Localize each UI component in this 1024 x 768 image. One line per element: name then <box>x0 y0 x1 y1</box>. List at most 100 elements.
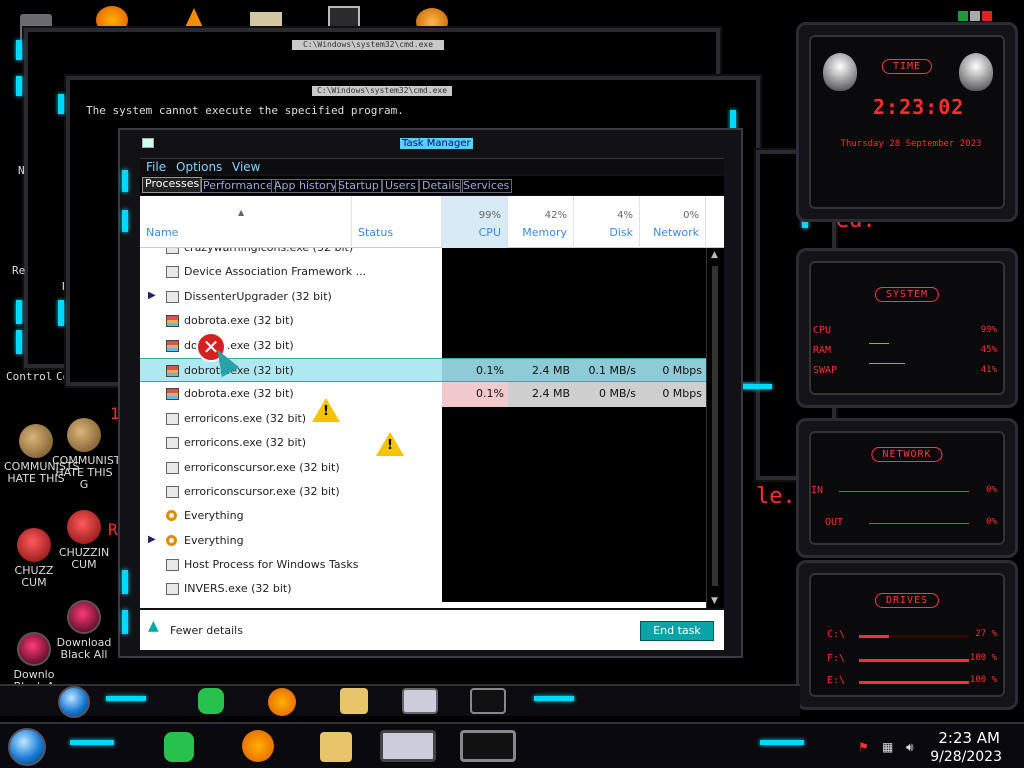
table-row[interactable]: INVERS.exe (32 bit) <box>140 577 706 602</box>
cmd-task-icon[interactable] <box>470 688 506 714</box>
task-manager-taskbar-icon[interactable] <box>380 730 436 762</box>
tab-startup[interactable]: Startup <box>335 179 382 193</box>
volume-icon[interactable]: 🔊︎ <box>906 740 920 754</box>
drive-1-bar <box>859 635 969 638</box>
taskbar-clock-time[interactable]: 2:23 AM <box>938 729 1000 747</box>
cmd-taskbar-icon[interactable] <box>460 730 516 762</box>
desktop-icon-label: COMMUNISTS HATE THIS G <box>52 454 128 491</box>
process-name: erroricons.exe (32 bit) <box>184 411 307 425</box>
tab-users[interactable]: Users <box>382 179 419 193</box>
money-bag-icon <box>19 424 53 458</box>
task-manager-window[interactable]: Task Manager File Options View Processes… <box>118 128 743 658</box>
cpu-label: CPU <box>813 325 832 336</box>
table-row[interactable]: dobrota.exe (32 bit) 0.1% 2.4 MB 0 MB/s 0 Mb… <box>140 382 706 407</box>
table-row[interactable]: Everything <box>140 504 706 529</box>
column-cpu-label: CPU <box>478 226 501 239</box>
ghost-cmd-1-titlebar: C:\Windows\system32\cmd.exe <box>292 40 444 50</box>
cpu-value: 99% <box>980 325 997 335</box>
ghost-label-n: N <box>18 164 25 177</box>
red-control-icon[interactable] <box>982 11 992 21</box>
firefox-icon[interactable] <box>268 688 296 716</box>
application-icon <box>166 248 179 254</box>
metrics-background <box>442 309 706 334</box>
column-memory[interactable]: 42% Memory <box>508 196 574 248</box>
fewer-details-link[interactable]: Fewer details <box>170 624 243 637</box>
scrollbar-thumb[interactable] <box>712 266 718 586</box>
column-disk[interactable]: 4% Disk <box>574 196 640 248</box>
notes-app-icon[interactable] <box>164 732 194 762</box>
metrics-background <box>442 333 706 358</box>
desktop-icon-communists-2[interactable]: COMMUNISTS HATE THIS G <box>52 418 128 491</box>
tab-details[interactable]: Details <box>419 179 464 193</box>
file-explorer-app-icon[interactable] <box>320 732 352 762</box>
time-gadget: TIME 2:23:02 Thursday 28 September 2023 <box>796 22 1018 222</box>
notes-icon[interactable] <box>198 688 224 714</box>
menu-options[interactable]: Options <box>176 160 222 174</box>
ghost-label-re1: Re <box>12 264 26 277</box>
column-memory-label: Memory <box>522 226 567 239</box>
disk-value: 0.1 MB/s <box>588 363 636 377</box>
alien-head-icon <box>959 53 993 91</box>
network-tray-icon[interactable]: ▦ <box>882 740 896 754</box>
tab-processes[interactable]: Processes <box>142 177 203 193</box>
process-name: crazywarningicons.exe (32 bit) <box>184 248 353 254</box>
menu-file[interactable]: File <box>146 160 166 174</box>
tab-services[interactable]: Services <box>460 179 513 193</box>
expand-chevron-icon[interactable]: ▶ <box>148 290 156 301</box>
task-manager-task-icon[interactable] <box>402 688 438 714</box>
table-row[interactable]: ▶ DissenterUpgrader (32 bit) <box>140 284 706 310</box>
taskbar: ⚑ ▦ 🔊︎ 2:23 AM 9/28/2023 <box>0 722 1024 768</box>
menu-view[interactable]: View <box>232 160 260 174</box>
scroll-up-icon[interactable]: ▲ <box>711 250 718 260</box>
start-button-icon[interactable] <box>8 728 46 766</box>
table-row[interactable]: erroriconscursor.exe (32 bit) <box>140 455 706 480</box>
scroll-down-icon[interactable]: ▼ <box>711 596 718 606</box>
green-control-icon[interactable] <box>958 11 968 21</box>
system-gadget: SYSTEM CPU 99% RAM 45% SWAP 41% <box>796 248 1018 408</box>
vertical-scrollbar[interactable]: ▲ ▼ <box>706 248 724 608</box>
column-cpu[interactable]: 99% CPU <box>442 196 508 248</box>
start-orb-ghost-icon[interactable] <box>58 686 90 718</box>
memory-value: 2.4 MB <box>531 363 570 377</box>
table-row[interactable]: erroricons.exe (32 bit) <box>140 431 706 456</box>
process-name: dobrota.exe (32 bit) <box>184 314 294 328</box>
task-manager-footer: ▲ Fewer details End task <box>140 610 724 650</box>
drives-gadget-title: DRIVES <box>874 593 940 608</box>
table-row[interactable]: crazywarningicons.exe (32 bit) <box>140 248 706 261</box>
drive-3-label: E:\ <box>827 675 846 686</box>
table-row[interactable]: Device Association Framework ... <box>140 260 706 285</box>
exe-app-icon <box>166 364 179 377</box>
task-manager-titlebar[interactable]: Task Manager <box>138 136 726 152</box>
collapse-up-arrow-icon[interactable]: ▲ <box>148 618 160 634</box>
gray-control-icon[interactable] <box>970 11 980 21</box>
tab-performance[interactable]: Performance <box>200 179 276 193</box>
table-row[interactable]: Host Process for Windows Tasks <box>140 553 706 578</box>
taskbar-clock-date[interactable]: 9/28/2023 <box>930 749 1002 765</box>
application-icon <box>166 583 179 596</box>
application-icon <box>166 266 179 279</box>
flag-notification-icon[interactable]: ⚑ <box>858 740 872 754</box>
process-name: DissenterUpgrader (32 bit) <box>184 289 332 303</box>
column-name[interactable]: Name <box>140 196 352 248</box>
table-row[interactable]: ▶ Everything <box>140 528 706 554</box>
table-row[interactable]: erroriconscursor.exe (32 bit) <box>140 479 706 505</box>
drives-gadget: DRIVES C:\ 27 % F:\ 100 % E:\ 100 % <box>796 560 1018 710</box>
metrics-background <box>442 284 706 310</box>
file-explorer-icon[interactable] <box>340 688 368 714</box>
table-row[interactable]: erroricons.exe (32 bit) <box>140 406 706 432</box>
metrics-background <box>442 431 706 456</box>
money-bag-icon <box>67 418 101 452</box>
column-status[interactable]: Status <box>352 196 442 248</box>
desktop-icon-chuzz-2[interactable]: CHUZZ CUM <box>2 528 66 589</box>
tab-app-history[interactable]: App history <box>271 179 340 193</box>
table-row[interactable]: dobrota.exe (32 bit) <box>140 309 706 334</box>
process-name: INVERS.exe (32 bit) <box>184 582 292 596</box>
process-name: erroricons.exe (32 bit) <box>184 436 307 450</box>
warning-icon: ! <box>312 398 340 422</box>
metrics-background <box>442 455 706 480</box>
gadget-window-controls[interactable] <box>958 11 994 21</box>
firefox-app-icon[interactable] <box>242 730 274 762</box>
end-task-button[interactable]: End task <box>640 621 714 641</box>
expand-chevron-icon[interactable]: ▶ <box>148 534 156 545</box>
column-network[interactable]: 0% Network <box>640 196 706 248</box>
